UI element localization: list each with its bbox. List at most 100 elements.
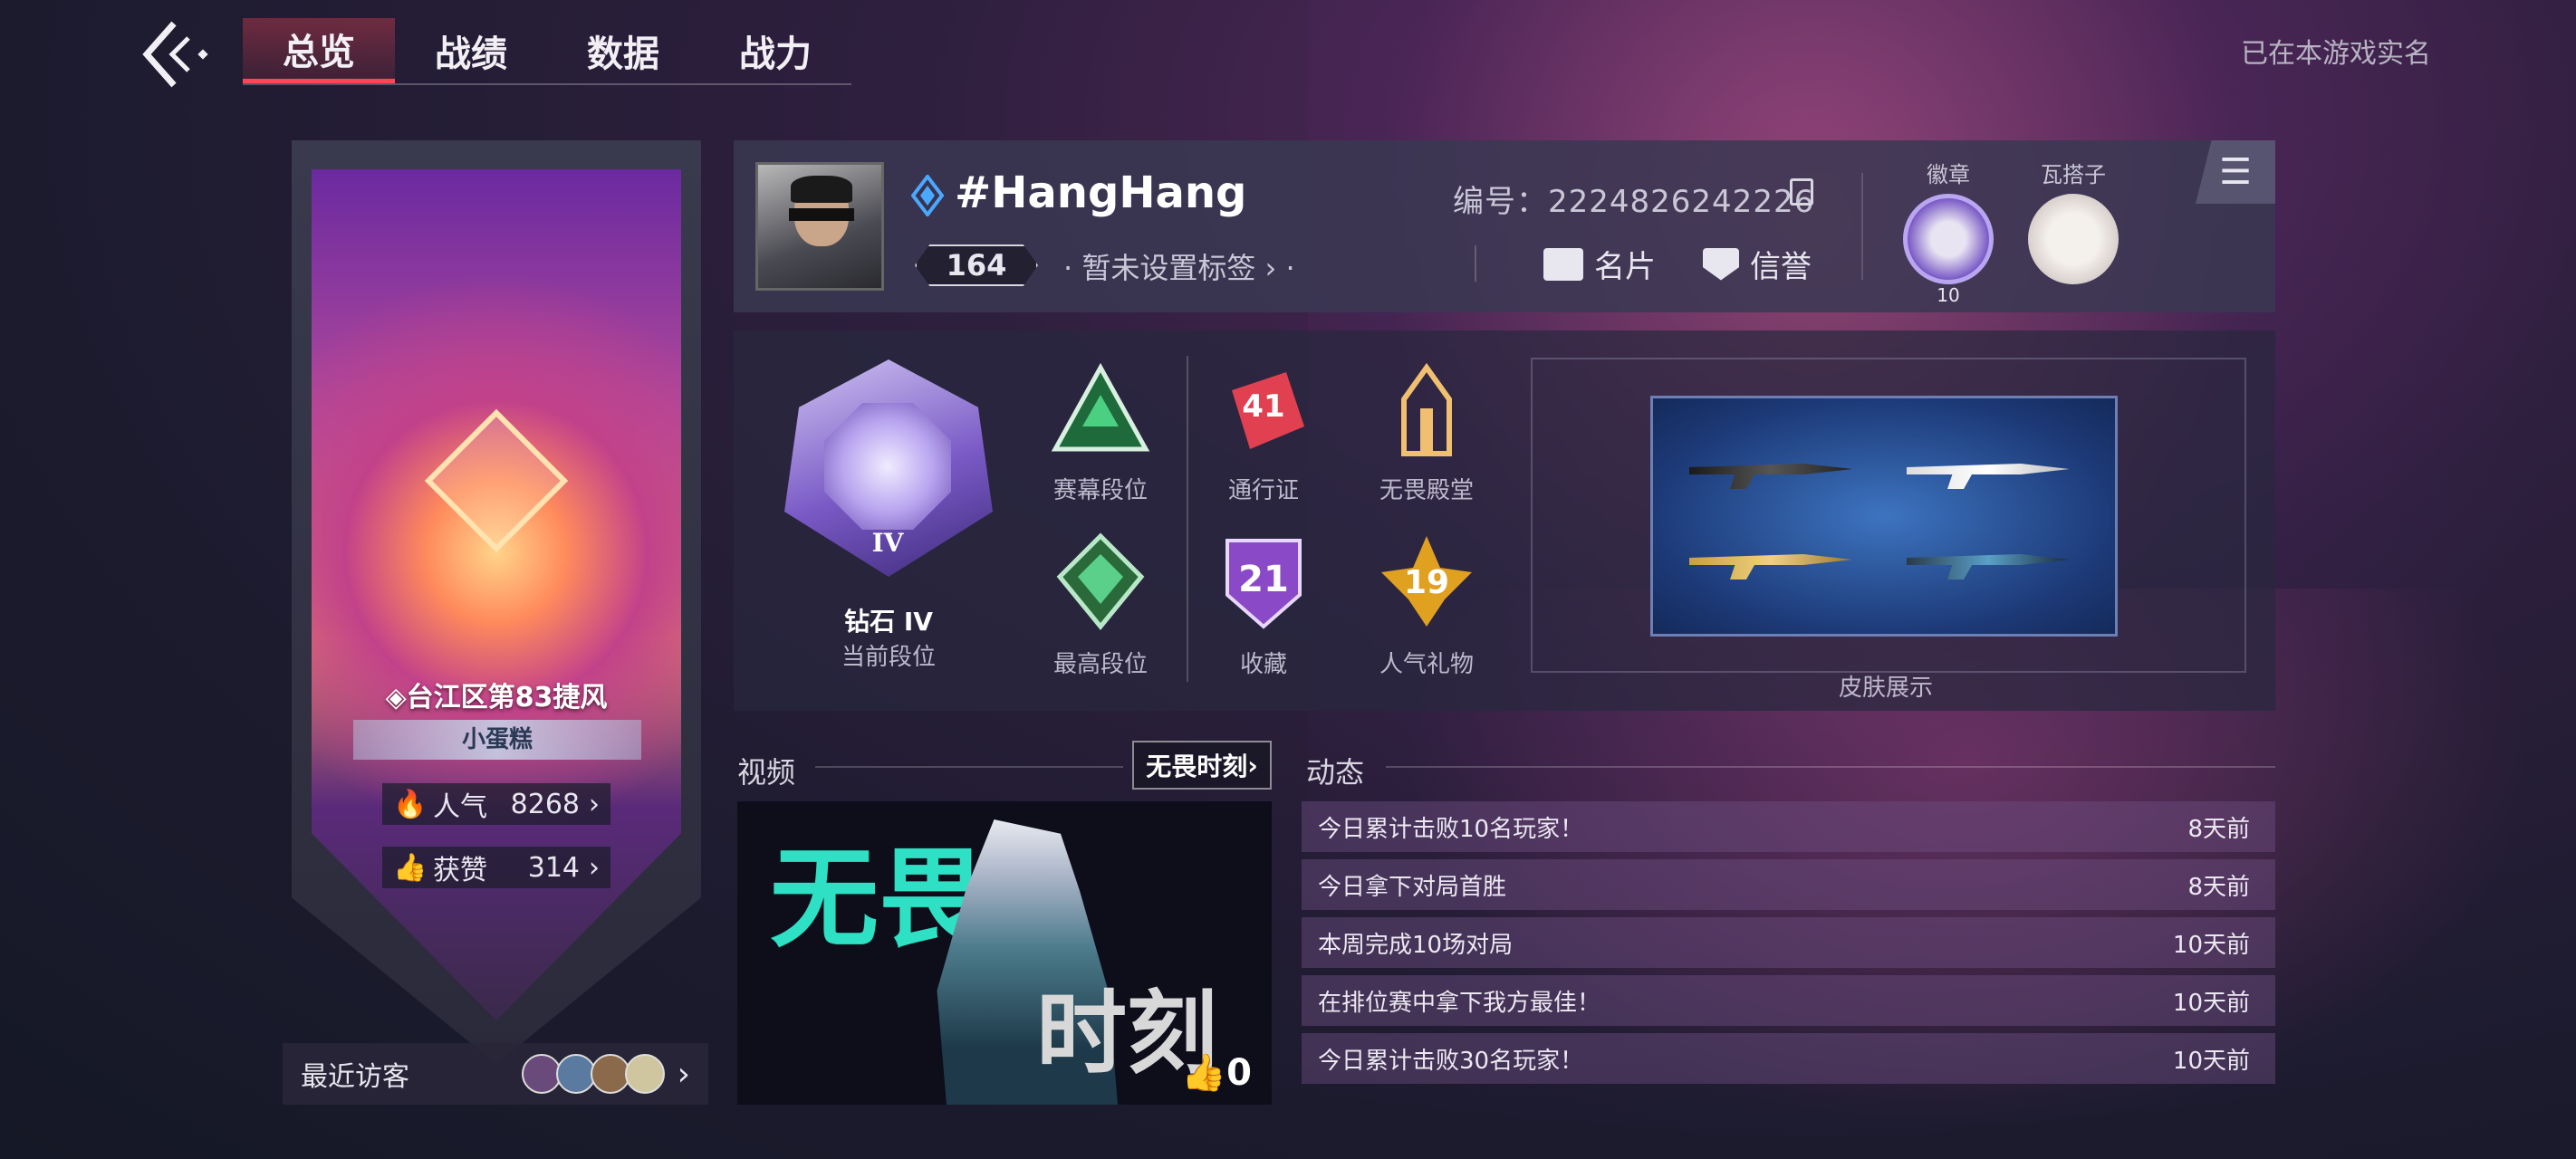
feed-item-text: 在排位赛中拿下我方最佳！ bbox=[1318, 989, 1601, 1017]
feed-item[interactable]: 在排位赛中拿下我方最佳！ 10天前 bbox=[1302, 975, 2275, 1026]
buddy-slot[interactable]: 瓦搭子 bbox=[2023, 157, 2123, 284]
feed-item-text: 今日累计击败10名玩家！ bbox=[1318, 815, 1584, 843]
skins-display bbox=[1650, 396, 2118, 637]
chevron-right-icon: › bbox=[589, 851, 600, 884]
battlepass-label: 通行证 bbox=[1227, 477, 1299, 504]
visitor-avatar[interactable] bbox=[521, 1054, 562, 1094]
player-tag[interactable]: · 暂未设置标签 › · bbox=[1063, 245, 1295, 287]
feed-item[interactable]: 今日累计击败10名玩家！ 8天前 bbox=[1302, 801, 2275, 852]
visitor-avatar[interactable] bbox=[624, 1054, 665, 1094]
shield-icon bbox=[1703, 247, 1739, 281]
main-tabs: 总览 战绩 数据 战力 bbox=[243, 18, 851, 85]
skins-label: 皮肤展示 bbox=[1838, 675, 1933, 702]
chevron-right-icon: › bbox=[677, 1055, 690, 1093]
player-banner[interactable]: ◈台江区第83捷风 小蛋糕 🔥 人气 8268 › 👍 获赞 314 › bbox=[292, 140, 701, 1100]
video-thumbnail[interactable]: 无畏 时刻 👍0 bbox=[737, 801, 1272, 1105]
moments-label: 无畏时刻 bbox=[1146, 752, 1248, 781]
credit-button[interactable]: 信誉 bbox=[1703, 242, 1812, 286]
tab-power[interactable]: 战力 bbox=[699, 18, 851, 83]
ranks-panel: IV 钻石 IV 当前段位 赛幕段位 最高段位 41 通行证 21 收藏 无畏殿… bbox=[734, 330, 2275, 711]
feed-item[interactable]: 本周完成10场对局 10天前 bbox=[1302, 917, 2275, 968]
tag-dot-icon: · bbox=[1063, 251, 1073, 285]
likes-pill[interactable]: 👍 获赞 314 › bbox=[382, 847, 610, 888]
chevron-right-icon: › bbox=[1247, 750, 1258, 781]
collection-label: 收藏 bbox=[1239, 651, 1287, 678]
battlepass-value: 41 bbox=[1242, 388, 1285, 425]
current-rank-label: 当前段位 bbox=[841, 644, 936, 671]
tab-stats[interactable]: 数据 bbox=[547, 18, 699, 83]
badge-icon bbox=[1903, 194, 1994, 284]
gift-value: 19 bbox=[1403, 564, 1450, 601]
visitor-avatar[interactable] bbox=[590, 1054, 630, 1094]
banner-subtitle: 小蛋糕 bbox=[353, 720, 641, 760]
divider bbox=[1386, 766, 2275, 768]
player-id: 编号：2224826242226 bbox=[1453, 184, 1815, 220]
profile-header: #HangHang 164 · 暂未设置标签 › · 编号：2224826242… bbox=[734, 140, 2275, 312]
recent-visitors[interactable]: 最近访客 › bbox=[283, 1043, 708, 1105]
feed-item-time: 8天前 bbox=[2187, 873, 2250, 901]
badge-slot[interactable]: 徽章 10 bbox=[1898, 157, 1998, 306]
likes-label: 获赞 bbox=[433, 855, 487, 886]
feed-item-text: 今日拿下对局首胜 bbox=[1318, 873, 1507, 901]
gift-label: 人气礼物 bbox=[1379, 651, 1474, 678]
visitor-avatar[interactable] bbox=[555, 1054, 596, 1094]
feed-section-title: 动态 bbox=[1306, 755, 1365, 790]
rank-gem-icon bbox=[824, 403, 951, 530]
popularity-pill[interactable]: 🔥 人气 8268 › bbox=[382, 783, 610, 825]
battlepass-icon[interactable]: 41 bbox=[1214, 363, 1313, 463]
buddy-avatar bbox=[2028, 194, 2119, 284]
divider bbox=[1475, 245, 1476, 282]
season-rank-label: 赛幕段位 bbox=[1053, 477, 1148, 504]
feed-item-time: 10天前 bbox=[2172, 989, 2250, 1017]
banner-title: ◈台江区第83捷风 bbox=[385, 682, 608, 714]
pistol-skin-icon bbox=[1907, 464, 2070, 489]
moments-button[interactable]: 无畏时刻 › bbox=[1132, 741, 1272, 790]
collection-icon[interactable]: 21 bbox=[1214, 532, 1313, 631]
hall-icon[interactable] bbox=[1377, 363, 1476, 463]
feed-item-time: 10天前 bbox=[2172, 931, 2250, 959]
settings-list-icon[interactable]: ☰ bbox=[2196, 140, 2275, 204]
credit-label: 信誉 bbox=[1750, 249, 1812, 285]
copy-icon[interactable] bbox=[1790, 178, 1813, 206]
tab-overview[interactable]: 总览 bbox=[243, 18, 395, 83]
popularity-label: 人气 bbox=[433, 791, 487, 823]
avatar[interactable] bbox=[755, 162, 884, 291]
avatar-hair bbox=[791, 176, 852, 203]
feed-item[interactable]: 今日拿下对局首胜 8天前 bbox=[1302, 859, 2275, 910]
gift-icon[interactable]: 19 bbox=[1377, 532, 1476, 631]
avatar-glasses bbox=[789, 208, 854, 221]
feed-item-text: 今日累计击败30名玩家！ bbox=[1318, 1047, 1584, 1075]
blue-rifle-skin-icon bbox=[1907, 554, 2070, 580]
divider bbox=[815, 766, 1123, 768]
rifle-skin-icon bbox=[1689, 464, 1852, 489]
activity-feed: 今日累计击败10名玩家！ 8天前 今日拿下对局首胜 8天前 本周完成10场对局 … bbox=[1302, 801, 2275, 1091]
back-arrow-icon bbox=[142, 21, 208, 88]
namecard-button[interactable]: 名片 bbox=[1543, 242, 1656, 286]
divider bbox=[1861, 173, 1863, 280]
peak-rank-icon[interactable] bbox=[1051, 532, 1150, 631]
popularity-value: 8268 bbox=[510, 788, 580, 820]
video-likes[interactable]: 👍0 bbox=[1181, 1051, 1252, 1094]
back-button[interactable] bbox=[136, 18, 217, 91]
hall-label: 无畏殿堂 bbox=[1379, 477, 1474, 504]
chevron-right-icon: › · bbox=[1264, 251, 1295, 285]
fire-icon: 🔥 bbox=[393, 788, 428, 820]
player-tier-icon bbox=[911, 175, 944, 216]
feed-item-text: 本周完成10场对局 bbox=[1318, 931, 1514, 959]
gold-rifle-skin-icon bbox=[1689, 554, 1852, 580]
current-rank-name: 钻石 IV bbox=[844, 607, 933, 637]
tab-match-history[interactable]: 战绩 bbox=[395, 18, 547, 83]
divider bbox=[1187, 356, 1188, 682]
badge-count: 10 bbox=[1937, 284, 1960, 306]
feed-item[interactable]: 今日累计击败30名玩家！ 10天前 bbox=[1302, 1033, 2275, 1084]
buddy-label: 瓦搭子 bbox=[2041, 162, 2106, 187]
season-rank-icon[interactable] bbox=[1051, 363, 1150, 463]
feed-item-time: 8天前 bbox=[2187, 815, 2250, 843]
skins-showcase[interactable]: 皮肤展示 bbox=[1531, 358, 2246, 702]
realname-status: 已在本游戏实名 bbox=[2241, 38, 2431, 70]
thumbs-up-icon: 👍 bbox=[393, 851, 428, 884]
video-section-title: 视频 bbox=[737, 755, 796, 790]
namecard-icon bbox=[1543, 247, 1583, 281]
level-badge: 164 bbox=[915, 244, 1038, 286]
title-diamond-icon: ◈ bbox=[385, 682, 407, 714]
